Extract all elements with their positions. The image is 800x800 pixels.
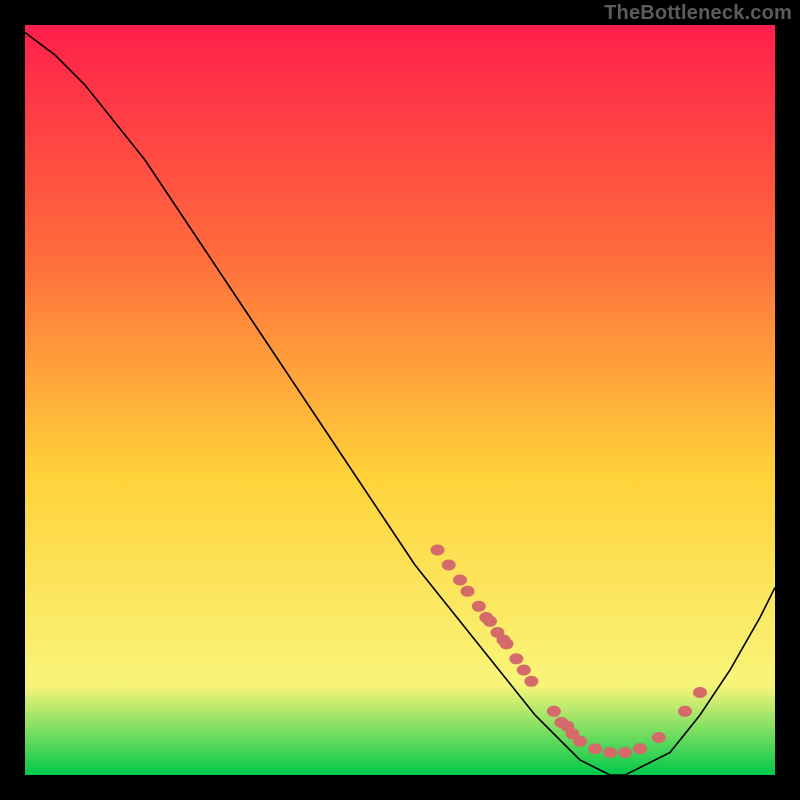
data-marker <box>461 586 475 597</box>
data-marker <box>693 687 707 698</box>
data-marker <box>547 706 561 717</box>
watermark-text: TheBottleneck.com <box>604 2 792 25</box>
data-marker <box>509 653 523 664</box>
data-marker <box>431 545 445 556</box>
data-marker <box>453 575 467 586</box>
data-marker <box>618 747 632 758</box>
plot-area <box>25 25 775 775</box>
chart-stage: TheBottleneck.com <box>0 0 800 800</box>
data-marker <box>442 560 456 571</box>
data-marker <box>472 601 486 612</box>
data-marker <box>603 747 617 758</box>
gradient-background <box>25 25 775 775</box>
data-marker <box>483 616 497 627</box>
data-marker <box>524 676 538 687</box>
data-marker <box>678 706 692 717</box>
data-marker <box>633 743 647 754</box>
chart-svg <box>25 25 775 775</box>
data-marker <box>500 638 514 649</box>
data-marker <box>588 743 602 754</box>
data-marker <box>517 665 531 676</box>
data-marker <box>652 732 666 743</box>
data-marker <box>573 736 587 747</box>
